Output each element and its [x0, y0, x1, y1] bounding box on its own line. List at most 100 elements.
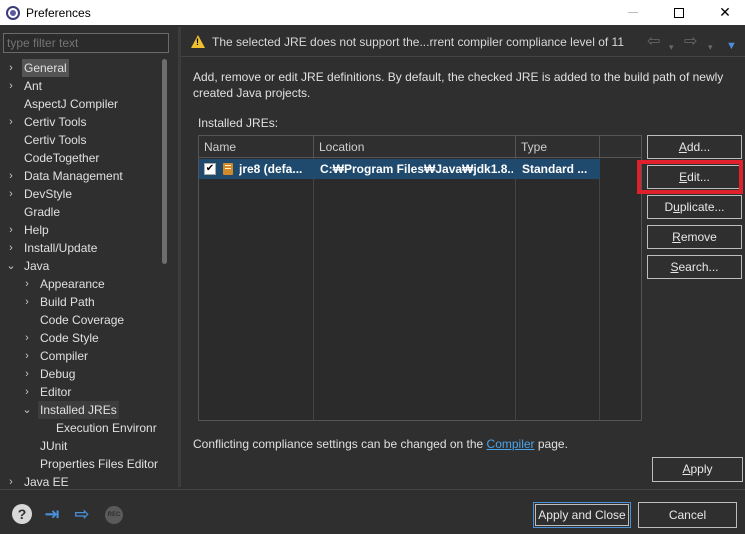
window-title: Preferences: [26, 5, 91, 20]
sidebar-item[interactable]: › Editor: [3, 383, 161, 401]
sidebar-item-label: AspectJ Compiler: [24, 97, 119, 111]
sidebar-item[interactable]: ⌄ Installed JREs: [3, 401, 161, 419]
chevron-right-icon[interactable]: ›: [5, 473, 17, 487]
sidebar-item[interactable]: › Debug: [3, 365, 161, 383]
chevron-right-icon[interactable]: ›: [5, 77, 17, 95]
view-menu-icon[interactable]: ▼: [726, 38, 737, 54]
sidebar-item[interactable]: Properties Files Editor: [3, 455, 161, 473]
title-bar: Preferences ✕: [0, 0, 745, 25]
sidebar-item[interactable]: Certiv Tools: [3, 131, 161, 149]
sidebar-item[interactable]: › Compiler: [3, 347, 161, 365]
sidebar-item-label: JUnit: [40, 439, 68, 453]
sidebar-item[interactable]: ⌄ Java: [3, 257, 161, 275]
chevron-down-icon[interactable]: ⌄: [21, 401, 33, 419]
sidebar-item-label: Editor: [40, 385, 72, 399]
chevron-down-icon[interactable]: ⌄: [5, 257, 17, 275]
sidebar-item-label: General: [22, 59, 69, 77]
duplicate-label-prefix: D: [664, 200, 674, 214]
column-divider: [313, 158, 314, 420]
sidebar-item[interactable]: › Build Path: [3, 293, 161, 311]
back-dropdown-icon[interactable]: ▾: [669, 39, 674, 55]
scrollbar-thumb[interactable]: [162, 59, 167, 264]
chevron-right-icon[interactable]: ›: [5, 221, 17, 239]
chevron-right-icon[interactable]: ›: [5, 59, 17, 77]
maximize-button[interactable]: [656, 0, 702, 25]
duplicate-button[interactable]: Duplicate...: [647, 195, 742, 219]
chevron-right-icon[interactable]: ›: [21, 329, 33, 347]
sidebar-item[interactable]: › Ant: [3, 77, 161, 95]
import-icon[interactable]: ⇥: [42, 504, 62, 524]
jre-type-cell: Standard ...: [522, 162, 588, 176]
sidebar-item[interactable]: › Data Management: [3, 167, 161, 185]
sidebar-item-label: Code Style: [40, 331, 99, 345]
remove-mnemonic: R: [672, 230, 681, 244]
sidebar-item-label: Debug: [40, 367, 76, 381]
forward-dropdown-icon[interactable]: ▾: [708, 39, 713, 55]
conflict-suffix: page.: [534, 437, 568, 451]
search-button[interactable]: Search...: [647, 255, 742, 279]
cancel-button[interactable]: Cancel: [638, 502, 737, 528]
chevron-right-icon[interactable]: ›: [21, 383, 33, 401]
sidebar-item-label: Certiv Tools: [24, 133, 87, 147]
chevron-right-icon[interactable]: ›: [5, 167, 17, 185]
sidebar-item[interactable]: Execution Environr: [3, 419, 161, 437]
column-header-name[interactable]: Name: [199, 136, 314, 158]
compiler-page-link[interactable]: Compiler: [487, 437, 535, 451]
minimize-button[interactable]: [610, 0, 656, 25]
column-divider: [515, 158, 516, 420]
sidebar-item[interactable]: › Help: [3, 221, 161, 239]
sidebar-item[interactable]: › DevStyle: [3, 185, 161, 203]
conflict-text: Conflicting compliance settings can be c…: [193, 437, 487, 451]
column-header-type[interactable]: Type: [516, 136, 600, 158]
chevron-right-icon[interactable]: ›: [5, 185, 17, 203]
chevron-right-icon[interactable]: ›: [21, 293, 33, 311]
sidebar-item[interactable]: Gradle: [3, 203, 161, 221]
sidebar-item[interactable]: › Install/Update: [3, 239, 161, 257]
chevron-right-icon[interactable]: ›: [21, 365, 33, 383]
sidebar-item[interactable]: CodeTogether: [3, 149, 161, 167]
warning-icon: [191, 35, 205, 48]
forward-arrow-icon[interactable]: ⇨: [684, 34, 697, 50]
filter-input[interactable]: [3, 33, 169, 53]
apply-and-close-button[interactable]: Apply and Close: [533, 502, 631, 528]
export-icon[interactable]: ⇨: [72, 504, 92, 524]
chevron-right-icon[interactable]: ›: [5, 113, 17, 131]
record-icon[interactable]: REC: [105, 506, 123, 524]
table-row[interactable]: ✔ jre8 (defa... C:₩Program Files₩Java₩jd…: [199, 159, 600, 179]
column-header-location[interactable]: Location: [314, 136, 516, 158]
preferences-sidebar: › General › Ant AspectJ Compiler › Certiv Tool…: [0, 27, 178, 487]
sidebar-item-label: Help: [24, 223, 49, 237]
warning-message: The selected JRE does not support the...…: [212, 35, 624, 49]
apply-mnemonic: A: [682, 462, 691, 476]
sidebar-item[interactable]: › Code Style: [3, 329, 161, 347]
jre-default-checkbox[interactable]: ✔: [204, 163, 216, 175]
preferences-tree: › General › Ant AspectJ Compiler › Certiv Tool…: [3, 59, 161, 487]
add-mnemonic: A: [678, 140, 687, 154]
sidebar-item[interactable]: › General: [3, 59, 161, 77]
edit-highlight-box: [637, 160, 743, 194]
sidebar-item-label: Code Coverage: [40, 313, 125, 327]
search-label-suffix: earch...: [678, 260, 719, 274]
table-header: Name Location Type: [199, 136, 641, 158]
chevron-right-icon[interactable]: ›: [21, 275, 33, 293]
add-button[interactable]: Add...: [647, 135, 742, 159]
chevron-right-icon[interactable]: ›: [5, 239, 17, 257]
sidebar-item-label: Java EE: [24, 475, 69, 487]
back-arrow-icon[interactable]: ⇦: [647, 34, 660, 50]
sidebar-item[interactable]: › Appearance: [3, 275, 161, 293]
sidebar-item[interactable]: Code Coverage: [3, 311, 161, 329]
sidebar-scrollbar[interactable]: [161, 59, 168, 487]
sidebar-item[interactable]: AspectJ Compiler: [3, 95, 161, 113]
add-label-suffix: dd...: [686, 140, 711, 154]
column-divider: [599, 158, 600, 420]
sidebar-item[interactable]: JUnit: [3, 437, 161, 455]
remove-button[interactable]: Remove: [647, 225, 742, 249]
sidebar-item[interactable]: › Certiv Tools: [3, 113, 161, 131]
sidebar-item-label: Properties Files Editor: [40, 457, 159, 471]
close-button[interactable]: ✕: [702, 0, 745, 25]
apply-button[interactable]: Apply: [652, 457, 743, 482]
maximize-icon: [674, 7, 684, 18]
chevron-right-icon[interactable]: ›: [21, 347, 33, 365]
sidebar-item[interactable]: › Java EE: [3, 473, 161, 487]
help-icon[interactable]: ?: [12, 504, 32, 524]
